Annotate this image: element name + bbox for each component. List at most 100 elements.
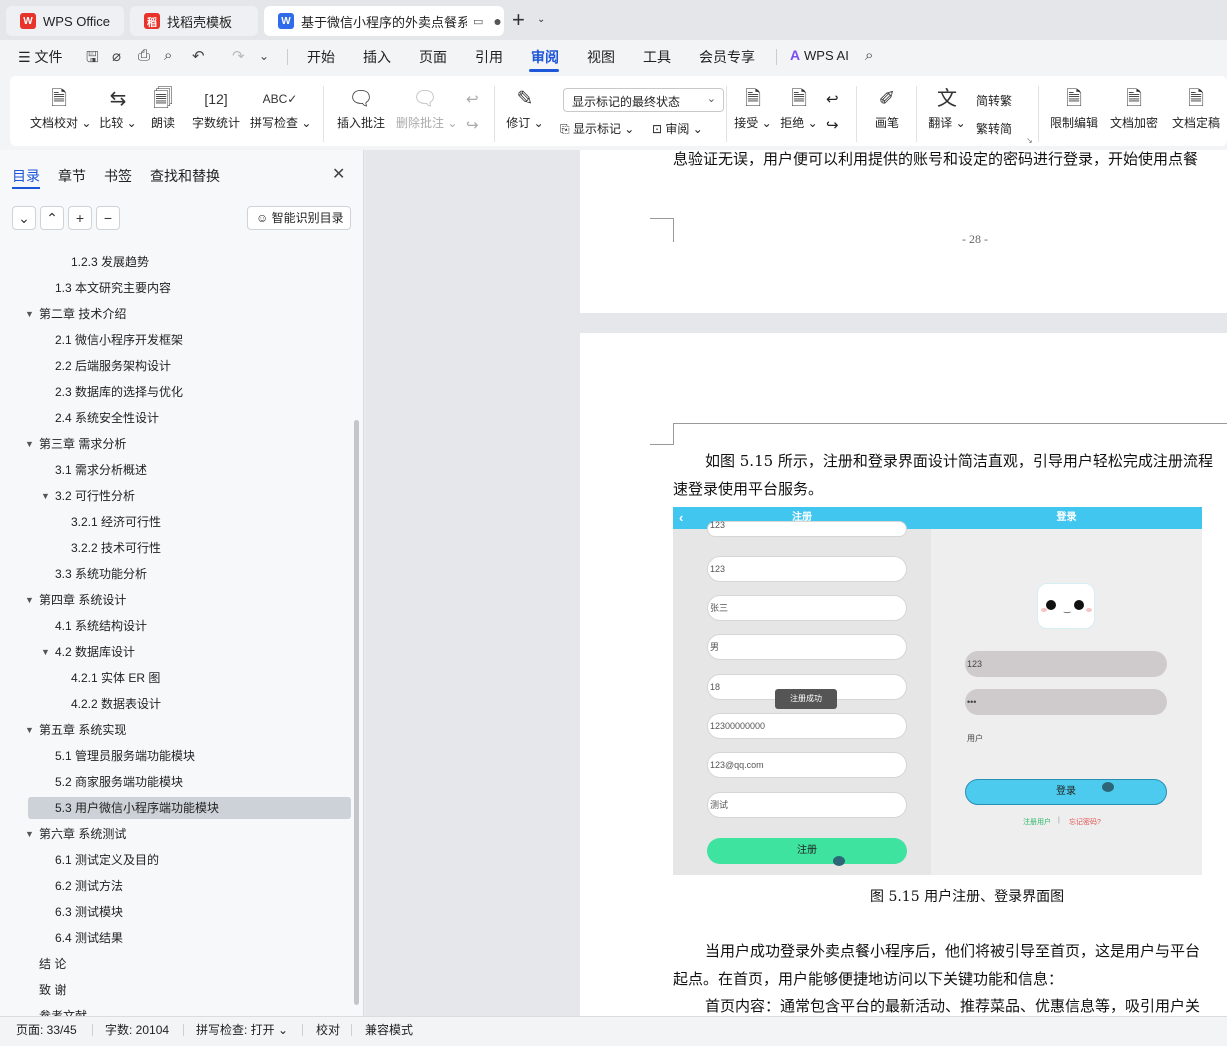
expand-triangle-icon[interactable]: ▼: [25, 589, 34, 611]
toc-item[interactable]: 6.1 测试定义及目的: [0, 849, 356, 871]
revise-button[interactable]: ✎ 修订 ⌄: [506, 84, 544, 131]
toc-item[interactable]: 参考文献: [0, 1005, 356, 1016]
expand-triangle-icon[interactable]: ▼: [41, 485, 50, 507]
toc-item[interactable]: 6.2 测试方法: [0, 875, 356, 897]
menu-insert[interactable]: 插入: [363, 47, 391, 67]
toc-item[interactable]: 5.3 用户微信小程序端功能模块: [28, 797, 351, 819]
unsaved-dot-icon[interactable]: ●: [493, 13, 501, 29]
word-count-button[interactable]: [12] 字数统计: [190, 84, 242, 131]
prev-change-icon[interactable]: ↩: [826, 90, 839, 108]
expand-triangle-icon[interactable]: ▼: [25, 303, 34, 325]
redo-icon[interactable]: ↷: [232, 47, 245, 65]
show-markup-button[interactable]: ⎘ 显示标记 ⌄: [560, 120, 634, 137]
menu-view[interactable]: 视图: [587, 47, 615, 67]
tab-bookmarks[interactable]: 书签: [104, 166, 132, 186]
add-heading-button[interactable]: +: [68, 206, 92, 230]
menu-member[interactable]: 会员专享: [699, 47, 755, 67]
menu-page[interactable]: 页面: [419, 47, 447, 67]
toc-item[interactable]: 4.2.2 数据表设计: [0, 693, 356, 715]
read-aloud-button[interactable]: 🗐 朗读: [148, 84, 178, 131]
tab-chapters[interactable]: 章节: [58, 166, 86, 186]
translate-button[interactable]: 文 翻译 ⌄: [924, 84, 970, 131]
menu-start[interactable]: 开始: [307, 47, 335, 67]
close-icon[interactable]: ✕: [332, 164, 345, 184]
delete-comment-button[interactable]: 🗨 删除批注 ⌄: [396, 84, 457, 131]
new-tab-plus-icon[interactable]: +: [512, 8, 525, 32]
pen-link-icon[interactable]: ⌀: [112, 47, 121, 65]
toc-item[interactable]: 3.2.1 经济可行性: [0, 511, 356, 533]
toc-item[interactable]: 3.2.2 技术可行性: [0, 537, 356, 559]
toc-item[interactable]: 6.4 测试结果: [0, 927, 356, 949]
encrypt-button[interactable]: 🗎 文档加密: [1106, 84, 1162, 131]
toc-item[interactable]: 4.2.1 实体 ER 图: [0, 667, 356, 689]
chevron-down-icon[interactable]: ⌄: [259, 49, 269, 63]
toc-item[interactable]: 2.2 后端服务架构设计: [0, 355, 356, 377]
toc-item[interactable]: 2.1 微信小程序开发框架: [0, 329, 356, 351]
print-icon[interactable]: ⎙: [138, 47, 150, 64]
compare-button[interactable]: ⇆ 比较 ⌄: [98, 84, 138, 131]
toc-item[interactable]: 4.1 系统结构设计: [0, 615, 356, 637]
toc-item[interactable]: ▼ 第五章 系统实现: [0, 719, 356, 741]
expand-triangle-icon[interactable]: ▼: [25, 823, 34, 845]
menu-reference[interactable]: 引用: [475, 47, 503, 67]
tab-wps-office[interactable]: W WPS Office: [6, 6, 124, 36]
spell-check-status[interactable]: 拼写检查: 打开 ⌄: [196, 1021, 288, 1038]
prev-comment-icon[interactable]: ↩: [466, 90, 479, 108]
toc-item[interactable]: 6.3 测试模块: [0, 901, 356, 923]
print-preview-icon[interactable]: ⌕: [164, 47, 172, 64]
toc-scrollbar[interactable]: [354, 420, 359, 1005]
word-count-indicator[interactable]: 字数: 20104: [105, 1021, 169, 1038]
toc-item[interactable]: 2.3 数据库的选择与优化: [0, 381, 356, 403]
markup-mode-select[interactable]: 显示标记的最终状态 ⌄: [563, 88, 724, 112]
toc-item[interactable]: 2.4 系统安全性设计: [0, 407, 356, 429]
toc-item[interactable]: 结 论: [0, 953, 356, 975]
toc-item[interactable]: ▼ 第六章 系统测试: [0, 823, 356, 845]
undo-icon[interactable]: ↶: [192, 47, 205, 65]
doc-check-button[interactable]: 🗎 文档校对 ⌄: [30, 84, 91, 131]
tab-find-replace[interactable]: 查找和替换: [150, 166, 220, 186]
toc-item[interactable]: ▼ 第三章 需求分析: [0, 433, 356, 455]
toc-item[interactable]: 1.3 本文研究主要内容: [0, 277, 356, 299]
expand-triangle-icon[interactable]: ▼: [41, 641, 50, 663]
remove-heading-button[interactable]: −: [96, 206, 120, 230]
page-indicator[interactable]: 页面: 33/45: [16, 1021, 77, 1038]
collapse-up-button[interactable]: ⌃: [40, 206, 64, 230]
toc-item[interactable]: ▼ 第二章 技术介绍: [0, 303, 356, 325]
toc-item[interactable]: ▼ 第四章 系统设计: [0, 589, 356, 611]
tab-docer-templates[interactable]: 稻 找稻壳模板: [130, 6, 258, 36]
monitor-icon[interactable]: ▭: [473, 15, 483, 28]
accept-button[interactable]: 🗎 接受 ⌄: [732, 84, 774, 131]
expand-triangle-icon[interactable]: ▼: [25, 719, 34, 741]
chevron-down-icon[interactable]: ⌄: [537, 14, 545, 25]
save-icon[interactable]: 🖫: [86, 47, 99, 72]
expand-down-button[interactable]: ⌄: [12, 206, 36, 230]
insert-comment-button[interactable]: 🗨 插入批注: [336, 84, 386, 131]
toc-item[interactable]: 1.2.3 发展趋势: [0, 251, 356, 273]
next-change-icon[interactable]: ↪: [826, 116, 839, 134]
toc-item[interactable]: 5.2 商家服务端功能模块: [0, 771, 356, 793]
toc-item[interactable]: ▼ 4.2 数据库设计: [0, 641, 356, 663]
menu-review[interactable]: 审阅: [531, 47, 559, 67]
review-button[interactable]: ⊡ 审阅 ⌄: [652, 120, 703, 137]
dialog-launcher-icon[interactable]: ↘: [1026, 136, 1033, 145]
traditional-to-simplified-button[interactable]: 繁转简: [976, 120, 1012, 137]
wps-ai-button[interactable]: A WPS AI: [790, 47, 849, 63]
restrict-edit-button[interactable]: 🗎 限制编辑: [1046, 84, 1102, 131]
tab-current-document[interactable]: W 基于微信小程序的外卖点餐系统 ▭ ●: [264, 6, 504, 36]
menu-tools[interactable]: 工具: [643, 47, 671, 67]
reject-button[interactable]: 🗎 拒绝 ⌄: [778, 84, 820, 131]
toc-item[interactable]: 3.1 需求分析概述: [0, 459, 356, 481]
toc-item[interactable]: 致 谢: [0, 979, 356, 1001]
simplified-to-traditional-button[interactable]: 简转繁: [976, 92, 1012, 109]
finalize-button[interactable]: 🗎 文档定稿: [1166, 84, 1226, 131]
proofread-button[interactable]: 校对: [316, 1021, 340, 1038]
tab-toc[interactable]: 目录: [12, 166, 40, 186]
expand-triangle-icon[interactable]: ▼: [25, 433, 34, 455]
file-menu[interactable]: ☰ 文件: [18, 47, 62, 67]
next-comment-icon[interactable]: ↪: [466, 116, 479, 134]
search-icon[interactable]: ⌕: [865, 47, 873, 64]
toc-item[interactable]: ▼ 3.2 可行性分析: [0, 485, 356, 507]
pen-button[interactable]: ✐ 画笔: [868, 84, 906, 131]
toc-item[interactable]: 5.1 管理员服务端功能模块: [0, 745, 356, 767]
smart-toc-button[interactable]: ☺ 智能识别目录: [247, 206, 351, 230]
